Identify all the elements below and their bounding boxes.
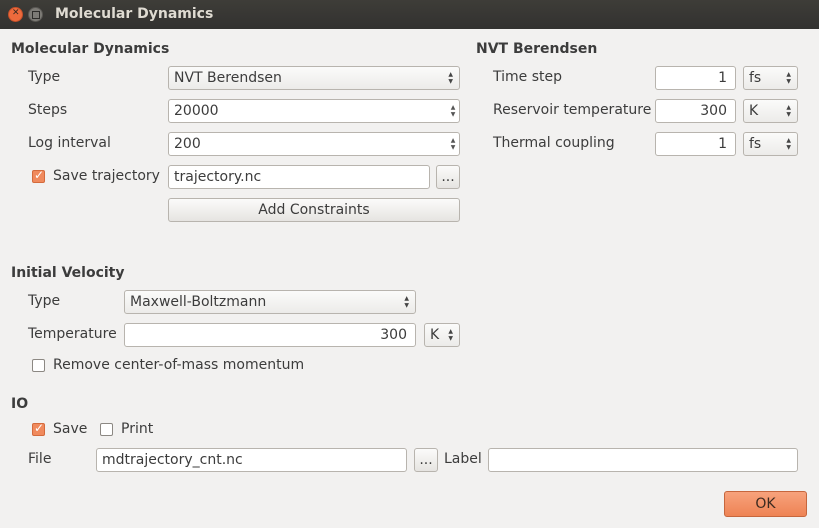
md-type-value: NVT Berendsen — [174, 70, 282, 86]
io-save-checkbox[interactable] — [32, 421, 45, 436]
velocity-type-select[interactable]: Maxwell-Boltzmann ▲ ▼ — [124, 290, 416, 314]
trajectory-file-input[interactable]: trajectory.nc — [168, 165, 430, 189]
steps-value: 20000 — [174, 103, 219, 119]
time-step-label: Time step — [493, 69, 562, 85]
reservoir-temperature-input[interactable]: 300 — [655, 99, 736, 123]
select-arrows-icon: ▲ ▼ — [404, 295, 409, 309]
thermal-coupling-label: Thermal coupling — [493, 135, 615, 151]
dialog-window: Molecular Dynamics Molecular Dynamics Ty… — [0, 0, 819, 528]
spin-arrows-icon[interactable]: ▲ ▼ — [450, 104, 456, 118]
io-file-input[interactable]: mdtrajectory_cnt.nc — [96, 448, 407, 472]
close-icon[interactable] — [8, 7, 23, 22]
steps-label: Steps — [28, 102, 68, 118]
io-print-label: Print — [121, 421, 154, 437]
temperature-label: Temperature — [28, 326, 117, 342]
add-constraints-button[interactable]: Add Constraints — [168, 198, 460, 222]
velocity-heading: Initial Velocity — [11, 265, 125, 281]
select-arrows-icon: ▲ ▼ — [448, 328, 453, 342]
nvt-heading: NVT Berendsen — [476, 41, 598, 57]
io-label-input[interactable] — [488, 448, 798, 472]
io-file-label: File — [28, 451, 52, 467]
temperature-unit-select[interactable]: K ▲ ▼ — [424, 323, 460, 347]
remove-com-checkbox[interactable] — [32, 359, 45, 372]
select-arrows-icon: ▲ ▼ — [448, 71, 453, 85]
log-interval-value: 200 — [174, 136, 201, 152]
md-type-select[interactable]: NVT Berendsen ▲ ▼ — [168, 66, 460, 90]
title-bar: Molecular Dynamics — [0, 0, 819, 29]
window-title: Molecular Dynamics — [55, 6, 214, 22]
thermal-coupling-input[interactable]: 1 — [655, 132, 736, 156]
reservoir-temperature-unit: K — [749, 103, 759, 119]
spin-arrows-icon[interactable]: ▲ ▼ — [450, 137, 456, 151]
velocity-type-label: Type — [28, 293, 61, 309]
select-arrows-icon: ▲ ▼ — [786, 104, 791, 118]
log-interval-spinbox[interactable]: 200 ▲ ▼ — [168, 132, 460, 156]
remove-com-label: Remove center-of-mass momentum — [53, 357, 305, 373]
reservoir-temperature-unit-select[interactable]: K ▲ ▼ — [743, 99, 798, 123]
velocity-type-value: Maxwell-Boltzmann — [130, 294, 267, 310]
io-heading: IO — [11, 396, 29, 412]
md-heading: Molecular Dynamics — [11, 41, 170, 57]
time-step-unit: fs — [749, 70, 762, 86]
io-label-label: Label — [444, 451, 482, 467]
reservoir-temperature-label: Reservoir temperature — [493, 102, 652, 118]
trajectory-browse-button[interactable]: ... — [436, 165, 460, 189]
maximize-icon[interactable] — [28, 7, 43, 22]
log-interval-label: Log interval — [28, 135, 111, 151]
steps-spinbox[interactable]: 20000 ▲ ▼ — [168, 99, 460, 123]
io-save-label: Save — [53, 421, 88, 437]
temperature-unit: K — [430, 327, 440, 343]
save-trajectory-checkbox[interactable] — [32, 168, 45, 183]
select-arrows-icon: ▲ ▼ — [786, 137, 791, 151]
temperature-input[interactable]: 300 — [124, 323, 416, 347]
time-step-input[interactable]: 1 — [655, 66, 736, 90]
io-file-browse-button[interactable]: ... — [414, 448, 438, 472]
time-step-unit-select[interactable]: fs ▲ ▼ — [743, 66, 798, 90]
md-type-label: Type — [28, 69, 61, 85]
select-arrows-icon: ▲ ▼ — [786, 71, 791, 85]
ok-button[interactable]: OK — [724, 491, 807, 517]
save-trajectory-label: Save trajectory — [53, 168, 160, 184]
io-print-checkbox[interactable] — [100, 423, 113, 436]
thermal-coupling-unit: fs — [749, 136, 762, 152]
thermal-coupling-unit-select[interactable]: fs ▲ ▼ — [743, 132, 798, 156]
